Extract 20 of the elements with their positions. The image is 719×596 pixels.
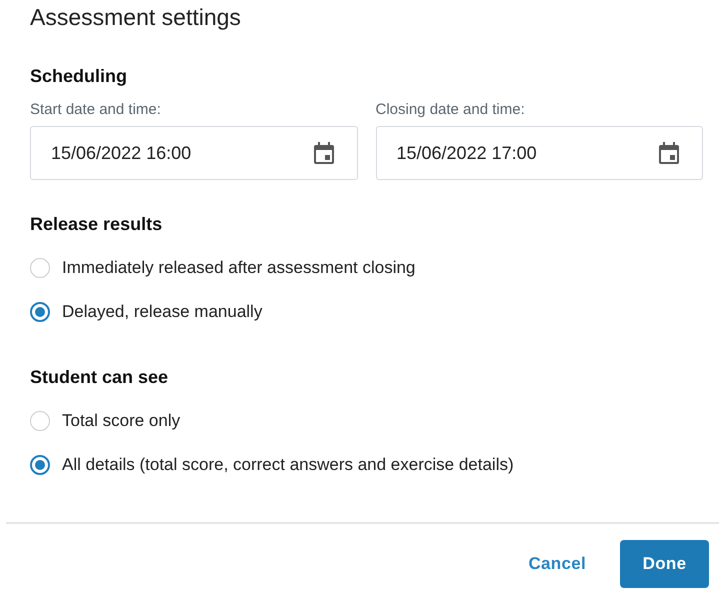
- calendar-icon[interactable]: [659, 142, 679, 164]
- radio-button[interactable]: [30, 302, 50, 322]
- radio-button[interactable]: [30, 258, 50, 278]
- cancel-button[interactable]: Cancel: [526, 544, 588, 584]
- dialog-title: Assessment settings: [29, 3, 241, 32]
- done-button[interactable]: Done: [620, 540, 709, 588]
- date-time-field[interactable]: 15/06/2022 17:00: [376, 126, 703, 180]
- radio-label: Immediately released after assessment closing: [62, 258, 416, 278]
- field-label: Closing date and time:: [376, 101, 525, 120]
- date-time-field[interactable]: 15/06/2022 16:00: [30, 126, 358, 180]
- radio-label: Total score only: [62, 411, 180, 431]
- field-label: Start date and time:: [30, 101, 161, 120]
- radio-button[interactable]: [30, 455, 50, 475]
- section-heading: Student can see: [30, 367, 168, 388]
- radio-label: Delayed, release manually: [62, 302, 262, 322]
- radio-label: All details (total score, correct answers and exercise details): [62, 455, 514, 475]
- calendar-icon[interactable]: [314, 142, 334, 164]
- section-heading: Scheduling: [30, 66, 128, 87]
- section-heading: Release results: [30, 214, 162, 235]
- radio-button[interactable]: [30, 411, 50, 431]
